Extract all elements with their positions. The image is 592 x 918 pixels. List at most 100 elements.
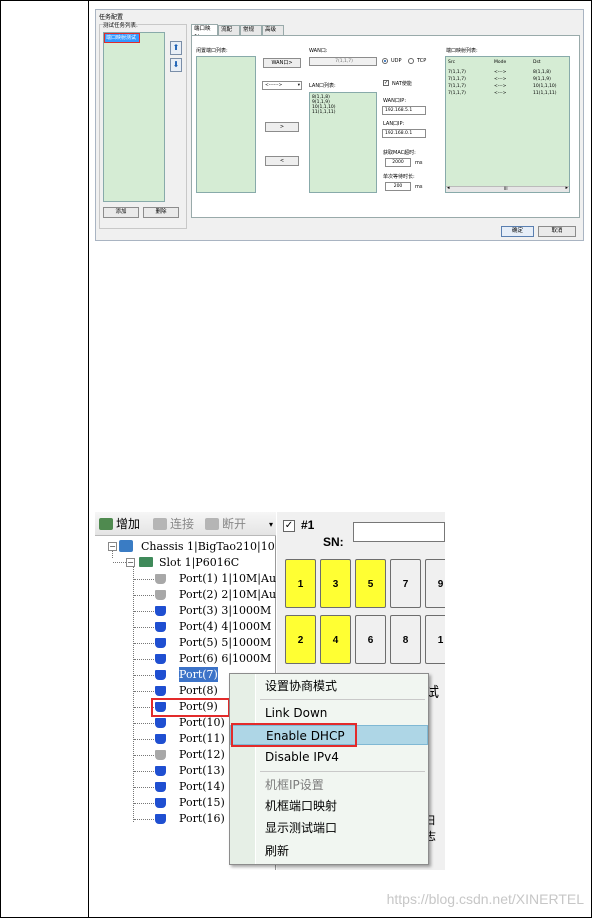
tree-node-port[interactable]: Port(15) <box>179 795 225 810</box>
menu-item-set-negotiation-mode[interactable]: 设置协商模式 <box>230 676 428 696</box>
tree-line <box>134 691 154 692</box>
port-cell[interactable]: 4 <box>320 615 351 664</box>
disconnect-button[interactable]: 断开 <box>205 516 246 532</box>
task-item-selected[interactable]: 端口映射测试 <box>104 33 140 43</box>
chassis-number-label: #1 <box>301 518 315 532</box>
port-cell[interactable]: 6 <box>355 615 386 664</box>
wait-field[interactable]: 200 <box>385 182 411 191</box>
port-cell[interactable]: 5 <box>355 559 386 608</box>
cancel-button[interactable]: 取消 <box>538 226 576 237</box>
lan-port-list[interactable]: 8(1,1,8) 9(1,1,9) 10(1,1,10) 11(1,1,11) <box>309 92 377 193</box>
tree-node-chassis[interactable]: Chassis 1|BigTao210|10 <box>141 539 275 554</box>
tree-node-slot[interactable]: Slot 1|P6016C <box>159 555 239 570</box>
tree-node-port[interactable]: Port(6) 6|1000M <box>179 651 271 666</box>
tree-node-port[interactable]: Port(16) <box>179 811 225 826</box>
mapping-table[interactable]: Src Mode Dst 7(1,1,7) <---> 8(1,1,8) 7(1… <box>445 56 570 193</box>
task-list[interactable]: 端口映射测试 <box>103 32 165 202</box>
sn-input[interactable] <box>353 522 445 542</box>
table-cell[interactable]: 10(1,1,10) <box>533 84 557 89</box>
port7-highlight-box <box>151 698 230 717</box>
nat-enable-label: NAT使能 <box>392 81 412 87</box>
menu-item-chassis-ip-settings[interactable]: 机框IP设置 <box>230 775 428 795</box>
table-cell[interactable]: 9(1,1,9) <box>533 77 551 82</box>
add-task-button[interactable]: 添加 <box>103 207 139 218</box>
tab-stream-config[interactable]: 流配置 <box>218 25 240 42</box>
horizontal-scrollbar[interactable]: ◂ III ▸ <box>446 185 569 192</box>
mac-timeout-field[interactable]: 2000 <box>385 158 411 167</box>
table-cell[interactable]: 7(1,1,7) <box>448 91 466 96</box>
tree-node-port[interactable]: Port(12) <box>179 747 225 762</box>
direction-select[interactable]: <------> ▾ <box>262 81 302 90</box>
table-cell[interactable]: 7(1,1,7) <box>448 77 466 82</box>
tab-general[interactable]: 常规 <box>240 25 262 35</box>
table-cell[interactable]: <---> <box>494 77 506 82</box>
menu-separator <box>260 699 425 700</box>
move-up-button[interactable]: ⬆ <box>170 41 182 55</box>
menu-item-link-down[interactable]: Link Down <box>230 703 428 723</box>
port-cell[interactable]: 7 <box>390 559 421 608</box>
tab-advanced[interactable]: 高级 <box>262 25 284 35</box>
lan-ip-field[interactable]: 192.168.0.1 <box>382 129 426 138</box>
tree-line <box>134 771 154 772</box>
wan-port-field[interactable]: 7(1,1,7) <box>309 57 377 66</box>
tree-node-port[interactable]: Port(7) <box>179 667 218 682</box>
port-cell[interactable]: 3 <box>320 559 351 608</box>
tab-port-mapping[interactable]: 端口映射 <box>191 24 218 41</box>
table-cell[interactable]: <---> <box>494 84 506 89</box>
tree-node-port[interactable]: Port(8) <box>179 683 218 698</box>
menu-item-chassis-port-mapping[interactable]: 机框端口映射 <box>230 796 428 816</box>
arrow-down-icon: ⬇ <box>172 60 180 69</box>
idle-ports-list[interactable] <box>196 56 256 193</box>
table-cell[interactable]: 11(1,1,11) <box>533 91 557 96</box>
collapse-slot-toggle[interactable]: − <box>126 558 135 567</box>
tree-node-port[interactable]: Port(4) 4|1000M <box>179 619 271 634</box>
tree-node-port[interactable]: Port(2) 2|10M|Au <box>179 587 276 602</box>
port-icon <box>155 590 166 600</box>
tree-node-port[interactable]: Port(10) <box>179 715 225 730</box>
port-cell[interactable]: 1 <box>425 615 445 664</box>
task-list-group: 测试任务列表: 端口映射测试 ⬆ ⬇ 添加 删除 <box>99 21 187 229</box>
udp-radio[interactable] <box>382 58 388 64</box>
tcp-radio[interactable] <box>408 58 414 64</box>
add-button[interactable]: 增加 <box>99 516 140 532</box>
move-left-button[interactable]: < <box>265 156 299 166</box>
table-cell[interactable]: <---> <box>494 91 506 96</box>
connect-button[interactable]: 连接 <box>153 516 194 532</box>
tree-node-port[interactable]: Port(11) <box>179 731 225 746</box>
table-cell[interactable]: 7(1,1,7) <box>448 70 466 75</box>
port-cell[interactable]: 8 <box>390 615 421 664</box>
tree-node-port[interactable]: Port(13) <box>179 763 225 778</box>
table-cell[interactable]: 8(1,1,8) <box>533 70 551 75</box>
toolbar-overflow-icon[interactable]: ▾ <box>269 520 273 529</box>
port-cell[interactable]: 2 <box>285 615 316 664</box>
idle-ports-label: 闲置端口列表: <box>196 48 228 54</box>
tree-node-port[interactable]: Port(1) 1|10M|Au <box>179 571 276 586</box>
move-right-button[interactable]: > <box>265 122 299 132</box>
wan-ip-field[interactable]: 192.168.5.1 <box>382 106 426 115</box>
lan-list-label: LAN口列表: <box>309 83 336 89</box>
move-down-button[interactable]: ⬇ <box>170 58 182 72</box>
delete-task-button[interactable]: 删除 <box>143 207 179 218</box>
list-item[interactable]: 11(1,1,11) <box>312 110 374 115</box>
table-cell[interactable]: <---> <box>494 70 506 75</box>
scroll-right-icon[interactable]: ▸ <box>565 185 568 191</box>
menu-item-show-test-ports[interactable]: 显示测试端口 <box>230 818 428 838</box>
collapse-chassis-toggle[interactable]: − <box>108 542 117 551</box>
tree-node-port[interactable]: Port(14) <box>179 779 225 794</box>
wan-port-button[interactable]: WAN口> <box>263 58 301 68</box>
menu-item-disable-ipv4[interactable]: Disable IPv4 <box>230 747 428 767</box>
port-icon <box>155 638 166 648</box>
table-cell[interactable]: 7(1,1,7) <box>448 84 466 89</box>
nat-enable-checkbox[interactable]: ✓ <box>383 80 389 86</box>
lan-ip-label: LAN口IP: <box>383 121 405 127</box>
port-cell[interactable]: 1 <box>285 559 316 608</box>
tree-node-port[interactable]: Port(3) 3|1000M <box>179 603 271 618</box>
ok-button[interactable]: 确定 <box>501 226 534 237</box>
tree-line <box>134 803 154 804</box>
chassis-checkbox[interactable]: ✓ <box>283 520 295 532</box>
scroll-grip[interactable]: III <box>504 186 508 191</box>
port-cell[interactable]: 9 <box>425 559 445 608</box>
menu-item-refresh[interactable]: 刷新 <box>230 841 428 861</box>
tree-node-port[interactable]: Port(5) 5|1000M <box>179 635 271 650</box>
scroll-left-icon[interactable]: ◂ <box>447 185 450 191</box>
